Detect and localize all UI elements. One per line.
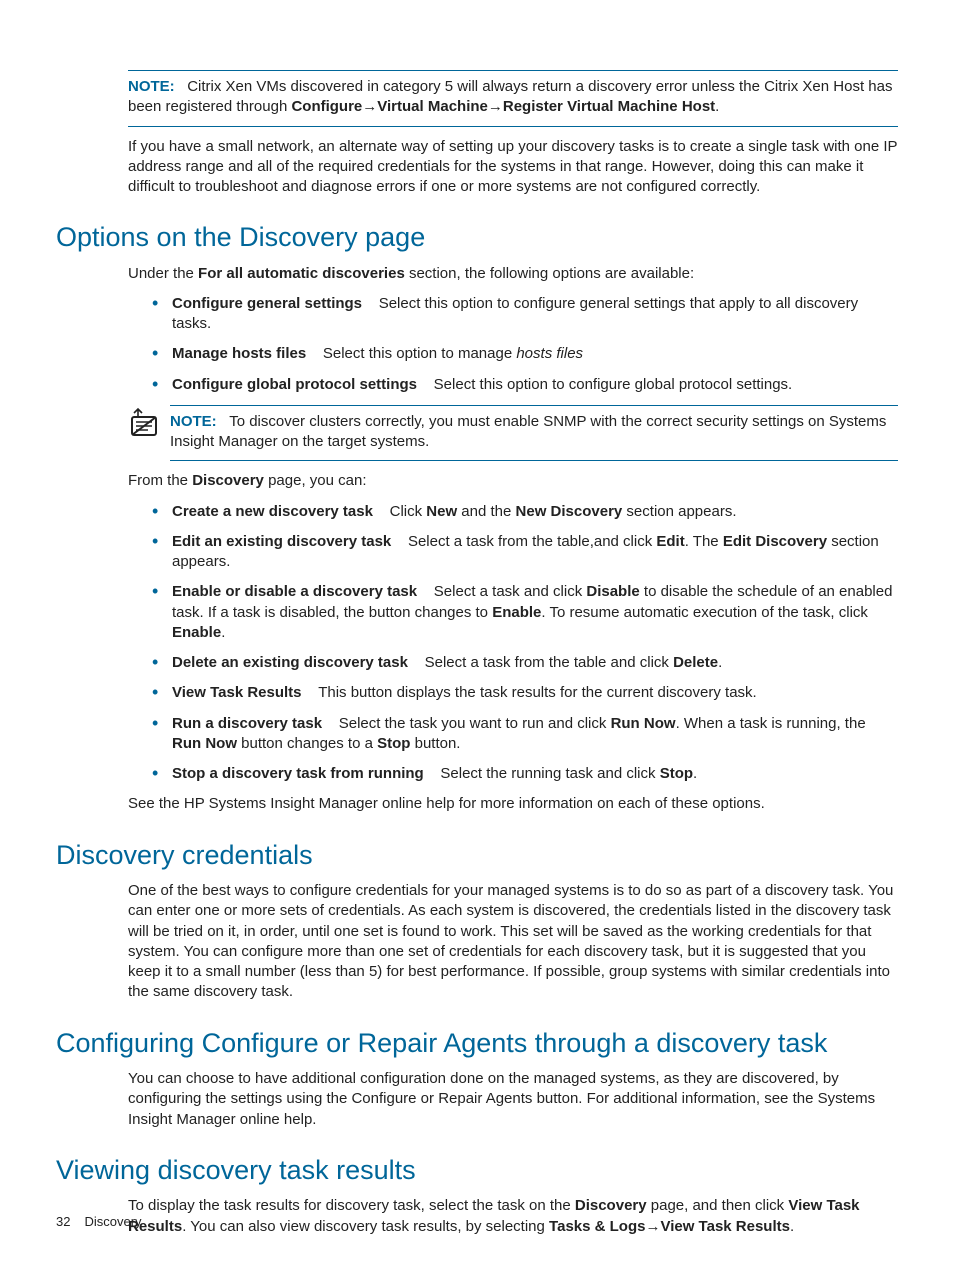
options-list: Configure general settings Select this o… bbox=[128, 294, 898, 395]
list-item: Run a discovery task Select the task you… bbox=[152, 714, 898, 755]
para-small-network: If you have a small network, an alternat… bbox=[128, 137, 898, 198]
list-item: Manage hosts files Select this option to… bbox=[152, 344, 898, 364]
note-icon bbox=[128, 407, 162, 445]
heading-credentials: Discovery credentials bbox=[56, 837, 898, 873]
credentials-para: One of the best ways to configure creden… bbox=[128, 881, 898, 1003]
path-register: Register Virtual Machine Host bbox=[503, 98, 715, 115]
see-help: See the HP Systems Insight Manager onlin… bbox=[128, 794, 898, 814]
page-number: 32 bbox=[56, 1214, 70, 1229]
note-text: To discover clusters correctly, you must… bbox=[170, 413, 886, 450]
heading-configure-agents: Configuring Configure or Repair Agents t… bbox=[56, 1025, 898, 1061]
note-citrix: NOTE: Citrix Xen VMs discovered in categ… bbox=[128, 70, 898, 127]
list-item: View Task Results This button displays t… bbox=[152, 683, 898, 703]
options-intro: Under the For all automatic discoveries … bbox=[128, 264, 898, 284]
heading-options: Options on the Discovery page bbox=[56, 219, 898, 255]
list-item: Edit an existing discovery task Select a… bbox=[152, 532, 898, 573]
path-configure: Configure bbox=[291, 98, 362, 115]
note-label: NOTE: bbox=[170, 413, 217, 430]
list-item: Stop a discovery task from running Selec… bbox=[152, 764, 898, 784]
from-discovery-intro: From the Discovery page, you can: bbox=[128, 471, 898, 491]
list-item: Configure global protocol settings Selec… bbox=[152, 375, 898, 395]
page-footer: 32 Discovery bbox=[56, 1213, 142, 1231]
note-label: NOTE: bbox=[128, 78, 175, 95]
actions-list: Create a new discovery task Click New an… bbox=[128, 502, 898, 785]
note-clusters: NOTE: To discover clusters correctly, yo… bbox=[128, 405, 898, 462]
list-item: Create a new discovery task Click New an… bbox=[152, 502, 898, 522]
list-item: Enable or disable a discovery task Selec… bbox=[152, 582, 898, 643]
viewing-para: To display the task results for discover… bbox=[128, 1196, 898, 1237]
configure-para: You can choose to have additional config… bbox=[128, 1069, 898, 1130]
heading-viewing-results: Viewing discovery task results bbox=[56, 1152, 898, 1188]
footer-section: Discovery bbox=[84, 1214, 141, 1229]
list-item: Configure general settings Select this o… bbox=[152, 294, 898, 335]
list-item: Delete an existing discovery task Select… bbox=[152, 653, 898, 673]
path-vm: Virtual Machine bbox=[377, 98, 488, 115]
